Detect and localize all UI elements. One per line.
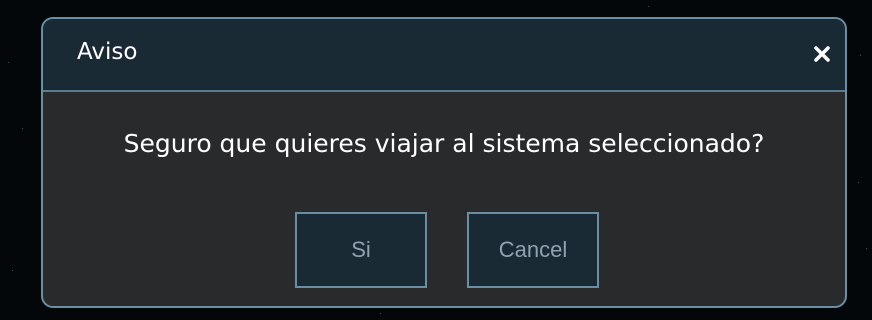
cancel-button[interactable]: Cancel xyxy=(467,212,599,288)
star xyxy=(648,6,649,7)
yes-button[interactable]: Si xyxy=(295,212,427,288)
star xyxy=(12,270,13,271)
close-icon[interactable] xyxy=(809,41,835,67)
star xyxy=(866,248,867,249)
dialog-message: Seguro que quieres viajar al sistema sel… xyxy=(123,129,765,158)
star xyxy=(858,182,859,183)
star xyxy=(860,55,861,56)
dialog-title: Aviso xyxy=(77,39,138,65)
star xyxy=(8,62,9,63)
confirm-dialog: Aviso Seguro que quieres viajar al siste… xyxy=(41,17,847,308)
dialog-header: Aviso xyxy=(43,19,845,92)
star xyxy=(22,128,23,129)
star xyxy=(380,313,381,314)
close-icon-glyph xyxy=(814,46,830,62)
